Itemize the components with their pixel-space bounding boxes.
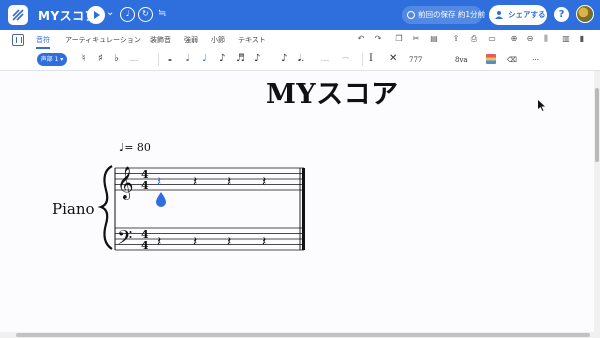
quarter-rest[interactable]: 𝄽	[193, 234, 197, 250]
time-sig-bottom: 4	[141, 239, 149, 252]
input-cursor-icon[interactable]	[156, 192, 166, 207]
bass-clef-icon: 𝄢	[117, 226, 132, 254]
mouse-pointer-icon	[538, 100, 545, 111]
quarter-rest[interactable]: 𝄽	[262, 234, 266, 250]
time-sig-bottom: 4	[141, 179, 149, 192]
quarter-rest[interactable]: 𝄽	[227, 174, 231, 190]
quarter-rest[interactable]: 𝄽	[262, 174, 266, 190]
final-barline-thick	[302, 168, 305, 250]
score-notation[interactable]: 𝄞 𝄢 4 4 4 4 𝄽 𝄽 𝄽 𝄽 𝄽 𝄽 𝄽 𝄽	[0, 0, 600, 338]
quarter-rest[interactable]: 𝄽	[193, 174, 197, 190]
quarter-rest-selected[interactable]: 𝄽	[157, 174, 161, 190]
quarter-rest[interactable]: 𝄽	[157, 234, 161, 250]
grand-staff-brace	[97, 165, 113, 250]
quarter-rest[interactable]: 𝄽	[227, 234, 231, 250]
treble-clef-icon: 𝄞	[117, 166, 134, 200]
